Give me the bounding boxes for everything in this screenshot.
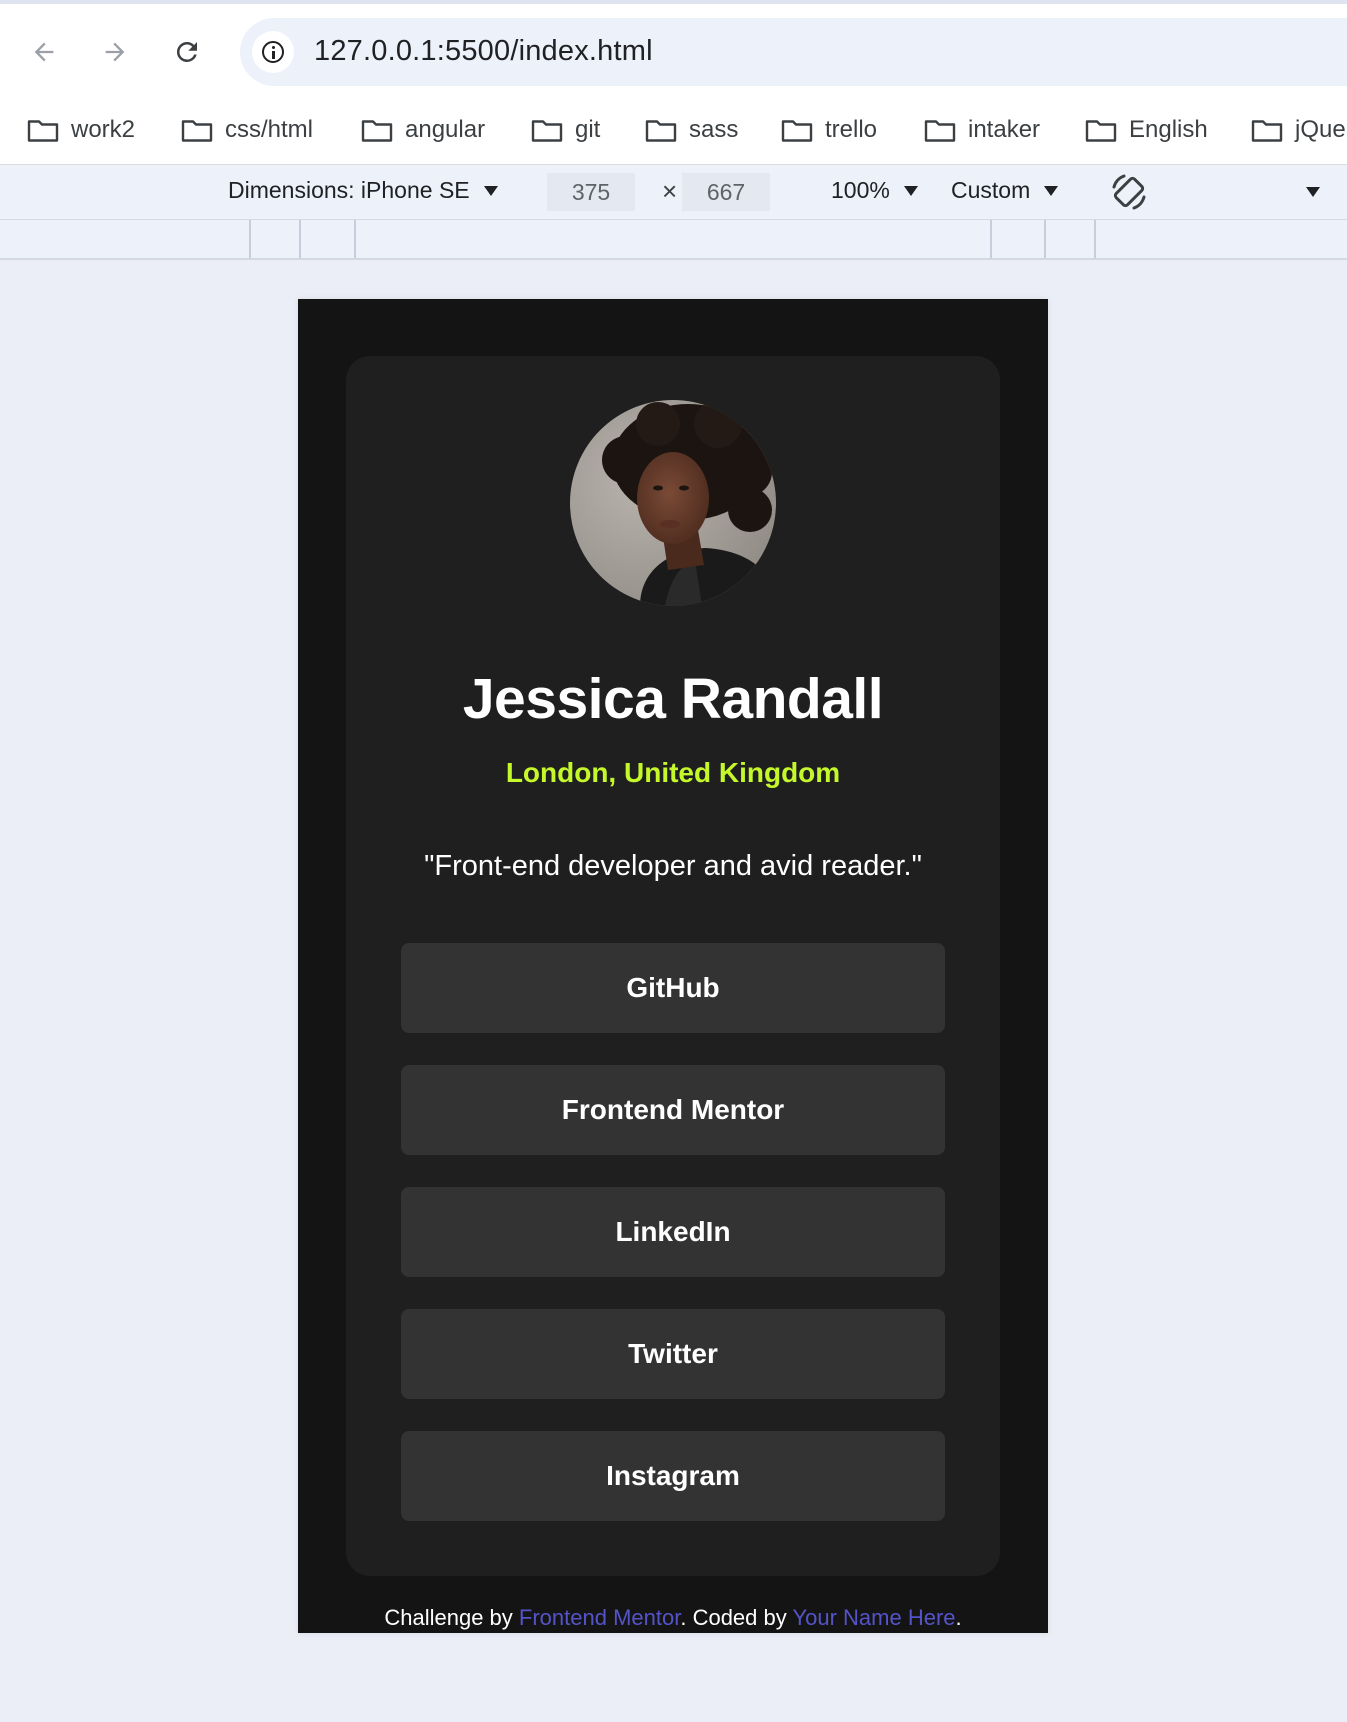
bookmark-folder-css-html[interactable]: css/html — [181, 113, 313, 147]
reload-button[interactable] — [167, 32, 207, 72]
reload-icon — [176, 41, 197, 62]
bookmark-label: work2 — [71, 116, 136, 143]
profile-photo — [570, 400, 776, 606]
bookmark-label: jQue — [1295, 116, 1346, 143]
profile-location: London, United Kingdom — [505, 757, 841, 788]
site-info-button[interactable] — [252, 31, 294, 73]
device-toolbar: Dimensions: iPhone SE 375 × 667 100% Cus… — [0, 165, 1347, 220]
dimensions-dropdown[interactable]: Dimensions: iPhone SE — [228, 177, 498, 204]
bookmark-folder-angular[interactable]: angular — [361, 113, 485, 147]
zoom-label: 100% — [831, 177, 890, 203]
attribution-prefix: Challenge by — [384, 1605, 519, 1630]
bookmark-folder-git[interactable]: git — [531, 113, 600, 147]
folder-icon — [781, 119, 813, 142]
ruler-segment[interactable] — [990, 220, 1046, 258]
frontend-mentor-attribution-link[interactable]: Frontend Mentor — [519, 1605, 680, 1630]
bookmark-label: git — [575, 116, 601, 143]
linkedin-link-button[interactable]: LinkedIn — [401, 1187, 945, 1277]
caret-down-icon — [903, 185, 918, 196]
media-query-ruler — [0, 220, 1347, 260]
height-input[interactable]: 667 — [682, 173, 770, 211]
attribution-middle: . Coded by — [680, 1605, 793, 1630]
browser-toolbar: 127.0.0.1:5500/index.html — [0, 4, 1347, 96]
times-symbol: × — [662, 176, 678, 206]
profile-bio: "Front-end developer and avid reader." — [424, 850, 922, 882]
dimensions-label: Dimensions: iPhone SE — [228, 177, 470, 203]
caret-down-icon — [483, 185, 498, 196]
bookmark-label: angular — [405, 116, 486, 143]
frontend-mentor-link-button[interactable]: Frontend Mentor — [401, 1065, 945, 1155]
info-icon — [262, 41, 284, 63]
width-input[interactable]: 375 — [547, 173, 635, 211]
bookmark-label: intaker — [968, 116, 1041, 143]
ruler-segment[interactable] — [1044, 220, 1096, 258]
avatar — [570, 400, 776, 606]
instagram-link-button[interactable]: Instagram — [401, 1431, 945, 1521]
folder-icon — [1085, 119, 1117, 142]
bookmark-label: sass — [689, 116, 739, 143]
bookmark-folder-english[interactable]: English — [1085, 113, 1208, 147]
throttle-label: Custom — [951, 177, 1031, 203]
folder-icon — [181, 119, 213, 142]
bookmarks-bar: work2 css/html angular git sass trello i… — [0, 96, 1347, 165]
bookmark-folder-intaker[interactable]: intaker — [924, 113, 1040, 147]
author-attribution-link[interactable]: Your Name Here — [792, 1605, 955, 1630]
ruler-segment[interactable] — [354, 220, 992, 258]
folder-icon — [361, 119, 393, 142]
profile-card: Jessica Randall London, United Kingdom "… — [346, 356, 1000, 1576]
address-bar[interactable]: 127.0.0.1:5500/index.html — [240, 18, 1347, 86]
bookmark-folder-trello[interactable]: trello — [781, 113, 877, 147]
bookmark-folder-sass[interactable]: sass — [645, 113, 738, 147]
rotate-icon[interactable] — [1108, 171, 1150, 213]
more-options-caret-icon[interactable] — [1306, 187, 1320, 197]
ruler-segment[interactable] — [249, 220, 299, 258]
folder-icon — [531, 119, 563, 142]
bookmark-label: css/html — [225, 116, 314, 143]
ruler-segment[interactable] — [1094, 220, 1096, 258]
bookmark-folder-jquery[interactable]: jQue — [1251, 113, 1346, 147]
github-link-button[interactable]: GitHub — [401, 943, 945, 1033]
social-links: GitHub Frontend Mentor LinkedIn Twitter … — [401, 943, 945, 1553]
zoom-dropdown[interactable]: 100% — [831, 177, 918, 204]
ruler-segment[interactable] — [299, 220, 354, 258]
arrow-right-icon — [105, 42, 125, 62]
folder-icon — [645, 119, 677, 142]
url-host: 127.0.0.1 — [314, 35, 437, 67]
bookmark-label: trello — [825, 116, 878, 143]
profile-name: Jessica Randall — [462, 667, 884, 731]
attribution: Challenge by Frontend Mentor. Coded by Y… — [298, 1605, 1048, 1631]
twitter-link-button[interactable]: Twitter — [401, 1309, 945, 1399]
folder-icon — [1251, 119, 1283, 142]
bookmark-folder-work2[interactable]: work2 — [27, 113, 135, 147]
bookmark-label: English — [1129, 116, 1208, 143]
url-path: :5500/index.html — [436, 35, 653, 67]
attribution-suffix: . — [955, 1605, 962, 1630]
forward-button[interactable] — [95, 32, 135, 72]
arrow-left-icon — [34, 42, 54, 62]
folder-icon — [27, 119, 59, 142]
back-button[interactable] — [24, 32, 64, 72]
device-viewport: Jessica Randall London, United Kingdom "… — [298, 299, 1048, 1633]
caret-down-icon — [1044, 185, 1059, 196]
throttle-dropdown[interactable]: Custom — [951, 177, 1059, 204]
folder-icon — [924, 119, 956, 142]
url-text[interactable]: 127.0.0.1:5500/index.html — [314, 35, 653, 68]
